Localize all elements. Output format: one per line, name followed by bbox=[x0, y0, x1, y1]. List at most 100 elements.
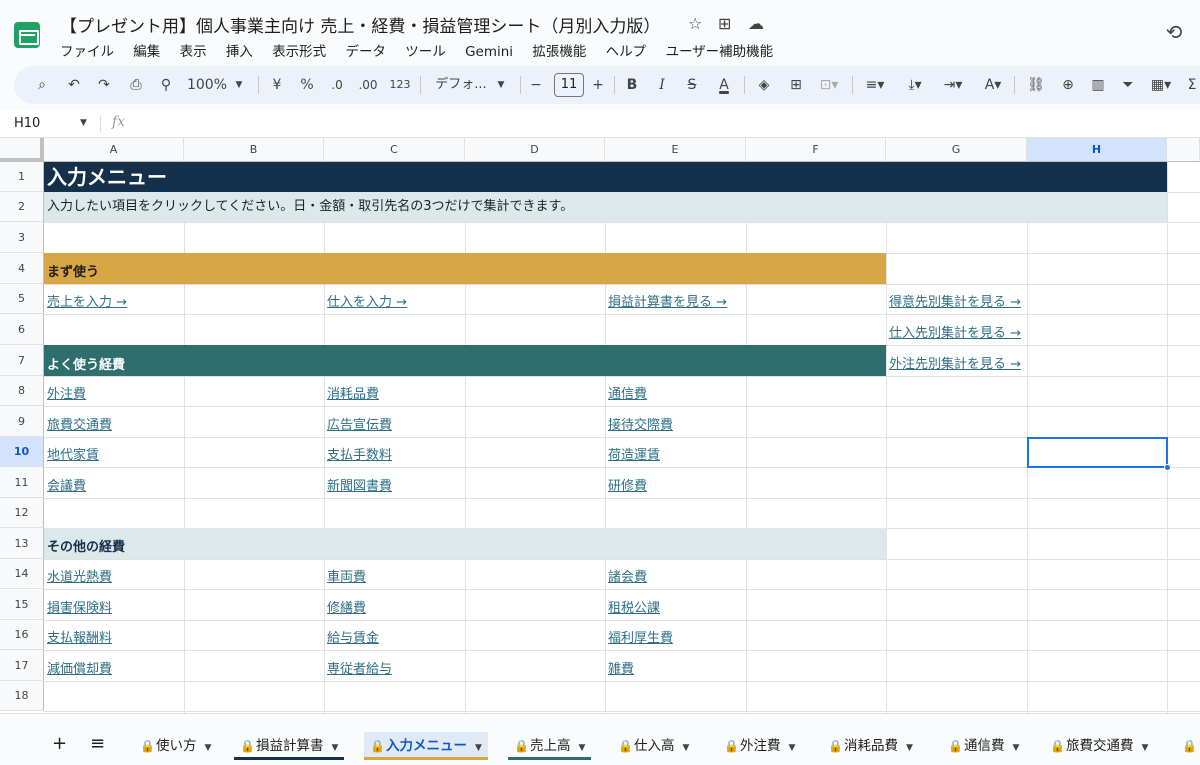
sheet-tab-7[interactable]: 🔒通信費 ▼ bbox=[942, 732, 1025, 760]
chart-icon[interactable]: ▥ bbox=[1086, 66, 1110, 104]
borders-icon[interactable]: ⊞ bbox=[784, 66, 808, 104]
chevron-down-icon[interactable]: ▼ bbox=[494, 66, 508, 104]
sheet-tab-0[interactable]: 🔒使い方 ▼ bbox=[134, 732, 217, 760]
sheet-tab-2[interactable]: 🔒入力メニュー ▼ bbox=[364, 732, 488, 760]
row-header-8[interactable]: 8 bbox=[0, 376, 44, 406]
link-other-expense[interactable]: 給与賃金 bbox=[324, 620, 379, 650]
link-side-2[interactable]: 外注先別集計を見る → bbox=[886, 345, 1021, 376]
link-first-0[interactable]: 売上を入力 → bbox=[44, 284, 127, 314]
print-icon[interactable]: ⎙ bbox=[124, 66, 148, 104]
column-header-c[interactable]: C bbox=[324, 138, 465, 162]
valign-icon[interactable]: ⤓▾ bbox=[900, 66, 930, 104]
chevron-down-icon[interactable]: ▼ bbox=[1013, 743, 1020, 753]
menu-view[interactable]: 表示 bbox=[180, 44, 207, 60]
menu-format[interactable]: 表示形式 bbox=[272, 44, 326, 60]
column-header-a[interactable]: A bbox=[44, 138, 184, 162]
font-size-increase-button[interactable]: + bbox=[588, 66, 608, 104]
link-common-expense[interactable]: 消耗品費 bbox=[324, 376, 379, 406]
comment-icon[interactable]: ⊕ bbox=[1056, 66, 1080, 104]
bold-icon[interactable]: B bbox=[622, 66, 642, 104]
link-common-expense[interactable]: 新聞図書費 bbox=[324, 467, 392, 498]
row-header-13[interactable]: 13 bbox=[0, 528, 44, 559]
decrease-decimal-button[interactable]: .0 bbox=[326, 66, 348, 104]
menu-accessibility[interactable]: ユーザー補助機能 bbox=[665, 44, 773, 60]
link-side-1[interactable]: 仕入先別集計を見る → bbox=[886, 314, 1021, 345]
row-header-14[interactable]: 14 bbox=[0, 559, 44, 589]
link-other-expense[interactable]: 雑費 bbox=[605, 650, 634, 681]
selected-cell-outline[interactable] bbox=[1027, 437, 1168, 468]
redo-icon[interactable]: ↷ bbox=[92, 66, 116, 104]
italic-icon[interactable]: I bbox=[652, 66, 672, 104]
table-view-icon[interactable]: ▦▾ bbox=[1146, 66, 1176, 104]
link-other-expense[interactable]: 水道光熱費 bbox=[44, 559, 112, 589]
link-common-expense[interactable]: 荷造運賃 bbox=[605, 437, 660, 467]
row-header-11[interactable]: 11 bbox=[0, 467, 44, 498]
link-other-expense[interactable]: 損害保険料 bbox=[44, 589, 112, 620]
row-header-18[interactable]: 18 bbox=[0, 681, 44, 711]
chevron-down-icon[interactable]: ▼ bbox=[789, 743, 796, 753]
row-header-15[interactable]: 15 bbox=[0, 589, 44, 620]
wrap-icon[interactable]: ⇥▾ bbox=[938, 66, 968, 104]
select-all-corner[interactable] bbox=[0, 138, 44, 162]
all-sheets-icon[interactable]: ≡ bbox=[84, 730, 111, 758]
menu-extensions[interactable]: 拡張機能 bbox=[532, 44, 586, 60]
name-box[interactable]: H10 bbox=[14, 116, 40, 131]
row-header-3[interactable]: 3 bbox=[0, 222, 44, 253]
menu-tools[interactable]: ツール bbox=[405, 44, 446, 60]
filter-icon[interactable]: ⏷ bbox=[1116, 66, 1140, 104]
link-first-2[interactable]: 損益計算書を見る → bbox=[605, 284, 727, 314]
link-other-expense[interactable]: 租税公課 bbox=[605, 589, 660, 620]
link-common-expense[interactable]: 研修費 bbox=[605, 467, 647, 498]
sheet-tab-6[interactable]: 🔒消耗品費 ▼ bbox=[822, 732, 919, 760]
undo-icon[interactable]: ↶ bbox=[62, 66, 86, 104]
chevron-down-icon[interactable]: ▼ bbox=[1142, 743, 1149, 753]
move-folder-icon[interactable]: ⊞ bbox=[718, 14, 731, 33]
menu-data[interactable]: データ bbox=[345, 44, 386, 60]
link-other-expense[interactable]: 福利厚生費 bbox=[605, 620, 673, 650]
number-format-button[interactable]: 123 bbox=[386, 66, 414, 104]
spreadsheet-grid[interactable]: A B C D E F G H 1 2 3 4 5 6 7 8 9 10 11 12 13 14 15 16 17 18 入力メニュ… bbox=[0, 138, 1200, 713]
font-select[interactable]: デフォ... bbox=[428, 66, 494, 104]
link-other-expense[interactable]: 車両費 bbox=[324, 559, 366, 589]
paint-format-icon[interactable]: ⚲ bbox=[154, 66, 178, 104]
chevron-down-icon[interactable]: ▼ bbox=[80, 118, 87, 128]
sheet-tab-1[interactable]: 🔒損益計算書 ▼ bbox=[234, 732, 345, 760]
chevron-down-icon[interactable]: ▼ bbox=[683, 743, 690, 753]
menu-insert[interactable]: 挿入 bbox=[226, 44, 253, 60]
menu-help[interactable]: ヘルプ bbox=[606, 44, 647, 60]
font-size-decrease-button[interactable]: − bbox=[526, 66, 546, 104]
link-other-expense[interactable]: 減価償却費 bbox=[44, 650, 112, 681]
row-header-10[interactable]: 10 bbox=[0, 437, 44, 467]
strikethrough-icon[interactable]: S bbox=[682, 66, 702, 104]
chevron-down-icon[interactable]: ▼ bbox=[332, 743, 339, 753]
star-icon[interactable]: ☆ bbox=[688, 14, 702, 33]
sheets-logo-icon[interactable] bbox=[14, 22, 40, 48]
column-header-b[interactable]: B bbox=[184, 138, 324, 162]
link-icon[interactable]: ⛓ bbox=[1024, 66, 1048, 104]
link-common-expense[interactable]: 外注費 bbox=[44, 376, 86, 406]
sheet-tab-5[interactable]: 🔒外注費 ▼ bbox=[718, 732, 801, 760]
percent-button[interactable]: % bbox=[298, 66, 316, 104]
link-common-expense[interactable]: 通信費 bbox=[605, 376, 647, 406]
text-color-icon[interactable]: A bbox=[712, 66, 736, 104]
cloud-status-icon[interactable]: ☁ bbox=[748, 14, 764, 33]
row-header-7[interactable]: 7 bbox=[0, 345, 44, 376]
row-header-17[interactable]: 17 bbox=[0, 650, 44, 681]
row-header-16[interactable]: 16 bbox=[0, 620, 44, 650]
zoom-select[interactable]: 100% bbox=[186, 66, 228, 104]
sheet-tab-3[interactable]: 🔒売上高 ▼ bbox=[508, 732, 592, 760]
fill-color-icon[interactable]: ◈ bbox=[752, 66, 776, 104]
link-common-expense[interactable]: 接待交際費 bbox=[605, 406, 673, 437]
column-header-f[interactable]: F bbox=[746, 138, 886, 162]
row-header-9[interactable]: 9 bbox=[0, 406, 44, 437]
link-other-expense[interactable]: 支払報酬料 bbox=[44, 620, 112, 650]
row-header-4[interactable]: 4 bbox=[0, 253, 44, 284]
increase-decimal-button[interactable]: .00 bbox=[354, 66, 382, 104]
search-icon[interactable]: ⌕ bbox=[30, 66, 54, 104]
font-size-input[interactable]: 11 bbox=[554, 73, 584, 97]
link-other-expense[interactable]: 諸会費 bbox=[605, 559, 647, 589]
column-header-d[interactable]: D bbox=[465, 138, 605, 162]
chevron-down-icon[interactable]: ▼ bbox=[906, 743, 913, 753]
menu-file[interactable]: ファイル bbox=[60, 44, 114, 60]
rotate-icon[interactable]: A▾ bbox=[978, 66, 1008, 104]
